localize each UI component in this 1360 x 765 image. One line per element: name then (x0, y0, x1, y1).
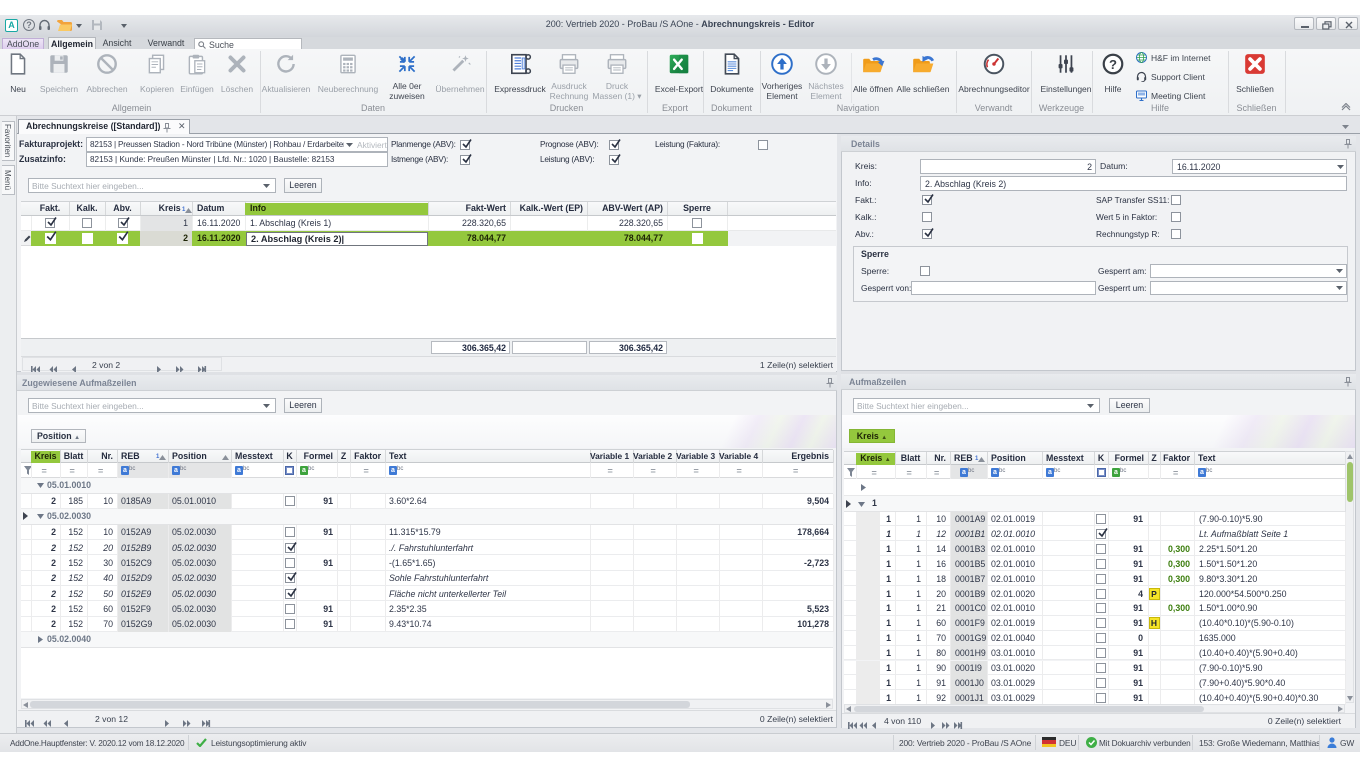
svg-text:?: ? (1109, 57, 1117, 72)
